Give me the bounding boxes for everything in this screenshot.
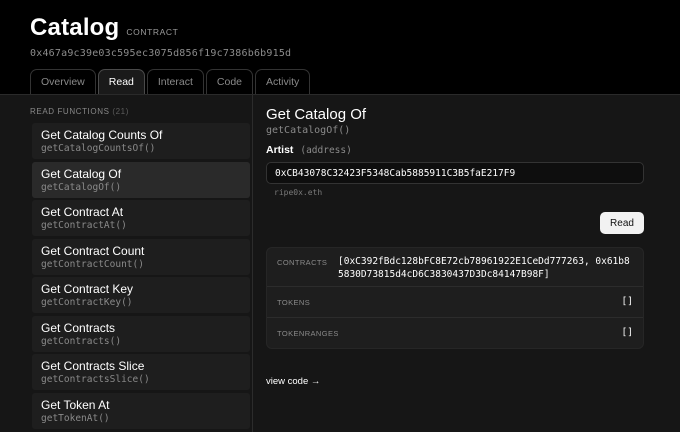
fn-name: Get Contract Key xyxy=(41,282,134,296)
fn-item-get-contracts[interactable]: Get Contracts getContracts() xyxy=(32,316,250,352)
argument-name: Artist xyxy=(266,144,294,156)
sidebar-count: (21) xyxy=(112,107,129,116)
contract-title: Catalog xyxy=(30,14,120,41)
view-code-link[interactable]: view code → xyxy=(266,376,320,387)
fn-name: Get Catalog Counts Of xyxy=(41,128,163,142)
fn-signature: getTokenAt() xyxy=(41,413,110,424)
fn-signature: getContractsSlice() xyxy=(41,374,150,385)
fn-item-get-contract-at[interactable]: Get Contract At getContractAt() xyxy=(32,200,250,236)
function-title: Get Catalog Of xyxy=(266,106,367,123)
contract-address[interactable]: 0x467a9c39e03c595ec3075d856f19c7386b6b91… xyxy=(30,48,291,59)
result-value: [] xyxy=(621,296,633,307)
contract-header: Catalog CONTRACT 0x467a9c39e03c595ec3075… xyxy=(30,14,291,59)
fn-name: Get Contract Count xyxy=(41,244,145,258)
fn-item-get-catalog-counts-of[interactable]: Get Catalog Counts Of getCatalogCountsOf… xyxy=(32,123,250,159)
fn-item-get-catalog-of[interactable]: Get Catalog Of getCatalogOf() xyxy=(32,162,250,198)
result-box: CONTRACTS [0xC392fBdc128bFC8E72cb7896192… xyxy=(266,247,644,349)
tab-interact[interactable]: Interact xyxy=(146,69,204,94)
result-value: [] xyxy=(621,327,633,338)
fn-name: Get Catalog Of xyxy=(41,167,122,181)
argument-type: (address) xyxy=(300,145,352,156)
fn-signature: getContractCount() xyxy=(41,259,144,270)
fn-name: Get Contracts Slice xyxy=(41,359,145,373)
fn-item-get-token-at[interactable]: Get Token At getTokenAt() xyxy=(32,393,250,429)
tab-code[interactable]: Code xyxy=(205,69,254,94)
result-row-tokens: TOKENS [] xyxy=(267,287,643,318)
fn-item-get-contracts-slice[interactable]: Get Contracts Slice getContractsSlice() xyxy=(32,354,250,390)
fn-signature: getContracts() xyxy=(41,336,122,347)
fn-item-get-contract-key[interactable]: Get Contract Key getContractKey() xyxy=(32,277,250,313)
sidebar-title: READ FUNCTIONS (21) xyxy=(30,107,129,116)
function-signature: getCatalogOf() xyxy=(266,125,351,136)
tab-overview[interactable]: Overview xyxy=(30,69,96,94)
fn-signature: getCatalogCountsOf() xyxy=(41,143,156,154)
read-button[interactable]: Read xyxy=(600,212,644,234)
fn-item-get-contract-count[interactable]: Get Contract Count getContractCount() xyxy=(32,239,250,275)
read-panel: READ FUNCTIONS (21) Get Catalog Counts O… xyxy=(0,94,680,432)
fn-name: Get Contract At xyxy=(41,205,124,219)
tab-activity[interactable]: Activity xyxy=(255,69,311,94)
result-value: [0xC392fBdc128bFC8E72cb78961922E1CeDd777… xyxy=(338,256,630,280)
artist-address-input[interactable]: 0xCB43078C32423F5348Cab5885911C3B5faE217… xyxy=(266,162,644,184)
contract-badge: CONTRACT xyxy=(126,27,179,37)
result-key: CONTRACTS xyxy=(277,258,328,267)
fn-signature: getContractAt() xyxy=(41,220,127,231)
result-row-contracts: CONTRACTS [0xC392fBdc128bFC8E72cb7896192… xyxy=(267,248,643,287)
sidebar-title-label: READ FUNCTIONS xyxy=(30,107,110,116)
result-row-tokenranges: TOKENRANGES [] xyxy=(267,318,643,349)
fn-name: Get Token At xyxy=(41,398,110,412)
function-sidebar: READ FUNCTIONS (21) Get Catalog Counts O… xyxy=(30,95,253,432)
result-key: TOKENS xyxy=(277,298,311,307)
tab-read[interactable]: Read xyxy=(97,69,145,94)
fn-name: Get Contracts xyxy=(41,321,116,335)
fn-signature: getCatalogOf() xyxy=(41,182,122,193)
argument-label: Artist (address) xyxy=(266,144,352,156)
ens-name-hint: ripe0x.eth xyxy=(274,188,323,197)
fn-signature: getContractKey() xyxy=(41,297,133,308)
result-key: TOKENRANGES xyxy=(277,329,339,338)
tab-bar: Overview Read Interact Code Activity xyxy=(30,69,312,94)
